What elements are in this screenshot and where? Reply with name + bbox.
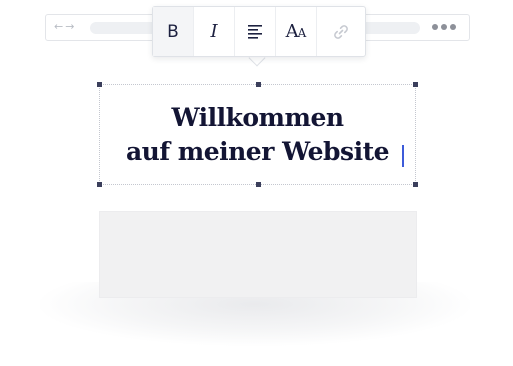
font-size-button[interactable]: A A	[276, 7, 317, 56]
resize-handle-bottom-left[interactable]	[97, 182, 102, 187]
align-left-icon	[248, 25, 262, 39]
resize-handle-bottom-right[interactable]	[413, 182, 418, 187]
headline-line-1: Willkommen	[171, 103, 344, 132]
resize-handle-bottom-center[interactable]	[256, 182, 261, 187]
nav-arrows: ← →	[54, 19, 74, 35]
more-options-icon[interactable]	[432, 24, 456, 30]
link-icon	[334, 24, 348, 39]
font-size-icon: A A	[286, 21, 307, 42]
more-dot	[441, 24, 447, 30]
text-cursor	[402, 145, 404, 167]
more-dot	[432, 24, 438, 30]
link-button[interactable]	[317, 7, 365, 56]
resize-handle-top-right[interactable]	[413, 82, 418, 87]
forward-arrow-icon[interactable]: →	[65, 19, 74, 35]
resize-handle-top-center[interactable]	[256, 82, 261, 87]
align-button[interactable]	[235, 7, 276, 56]
formatting-toolbar: B I A A	[152, 6, 366, 57]
headline[interactable]: Willkommen auf meiner Website	[100, 101, 415, 169]
font-size-small-letter: A	[297, 26, 307, 40]
headline-text-box[interactable]: Willkommen auf meiner Website	[97, 82, 418, 187]
back-arrow-icon[interactable]: ←	[54, 19, 63, 35]
resize-handle-top-left[interactable]	[97, 82, 102, 87]
bold-button[interactable]: B	[153, 7, 194, 56]
bold-icon: B	[167, 21, 179, 42]
italic-button[interactable]: I	[194, 7, 235, 56]
content-placeholder-block	[99, 211, 417, 298]
headline-line-2: auf meiner Website	[125, 137, 390, 166]
italic-icon: I	[210, 21, 218, 42]
more-dot	[450, 24, 456, 30]
